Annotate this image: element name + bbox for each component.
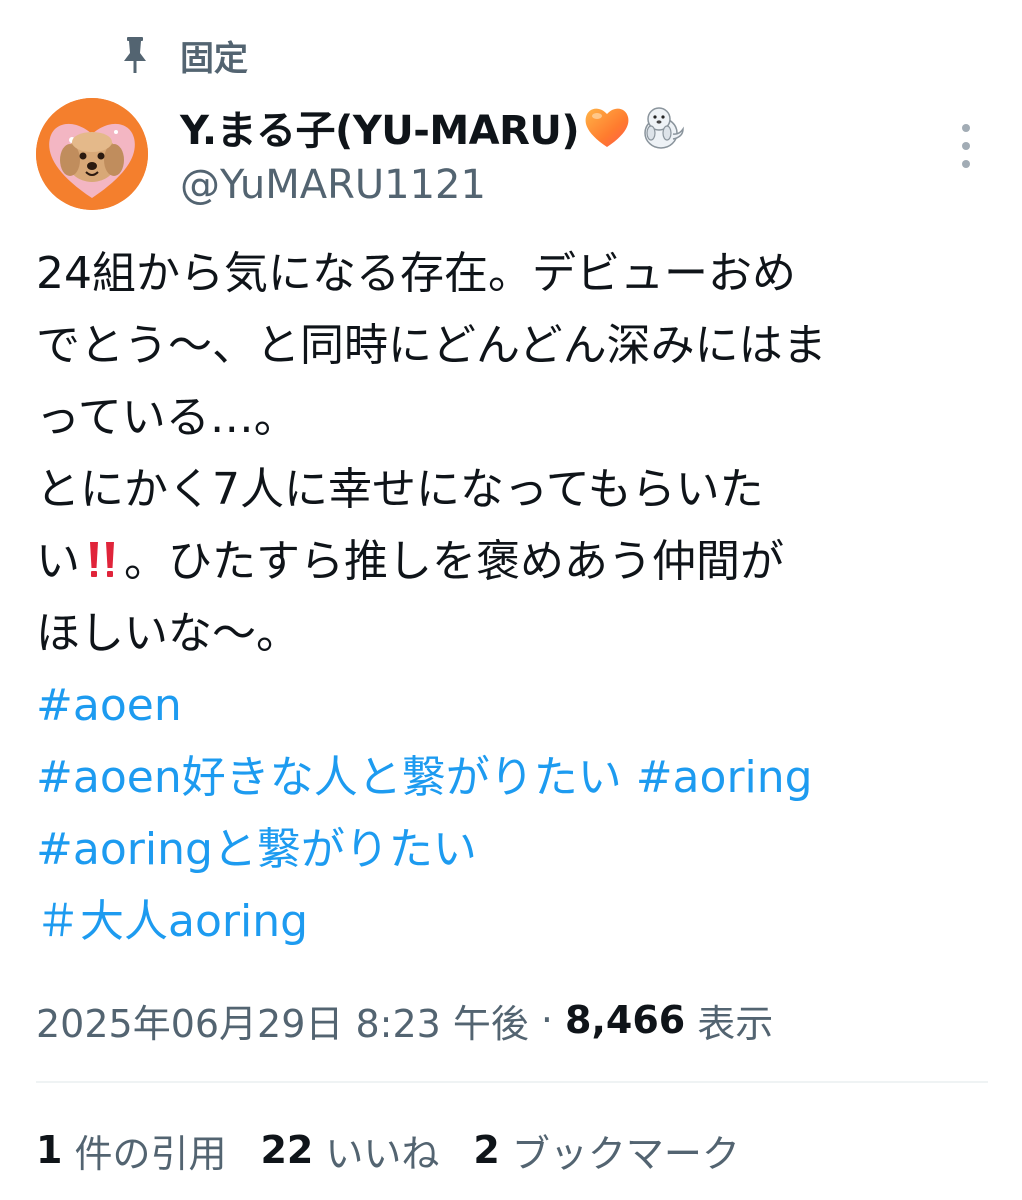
pinned-label: 固定 — [180, 38, 248, 79]
pin-icon — [118, 35, 152, 75]
tweet-line: とにかく7人に幸せになってもらいた — [36, 464, 764, 515]
hashtag-link[interactable]: #aoringと繋がりたい — [36, 814, 996, 886]
more-vertical-icon — [962, 124, 970, 132]
pinned-indicator: 固定 — [118, 30, 248, 80]
view-count-label: 表示 — [697, 1001, 774, 1046]
bookmarks-label: ブックマーク — [511, 1131, 740, 1176]
avatar[interactable] — [36, 98, 148, 210]
dog-avatar-icon — [36, 98, 148, 210]
hashtag-link[interactable]: #aoen — [36, 670, 996, 742]
author-display-name[interactable]: Y.まる子(YU-MARU) — [180, 98, 580, 156]
tweet-line: ほしいな～。 — [36, 608, 300, 659]
tweet-line-suffix: 。ひたすら推しを褒めあう仲間が — [124, 536, 784, 587]
likes-count: 22 — [260, 1128, 314, 1172]
tweet-line: っている…。 — [36, 392, 298, 443]
divider — [36, 1081, 988, 1083]
more-vertical-icon — [962, 142, 970, 150]
double-exclamation-icon — [80, 532, 124, 577]
orange-heart-emoji-icon — [581, 101, 633, 153]
bookmarks-count: 2 — [473, 1128, 500, 1172]
quotes-count: 1 — [36, 1128, 63, 1172]
timestamp-link[interactable]: 2025年06月29日 8:23 午後 — [36, 993, 529, 1048]
tweet-header: Y.まる子(YU-MARU) @YuMARU1121 — [180, 100, 960, 208]
likes-stat[interactable]: 22 いいね — [260, 1123, 439, 1178]
tweet-meta: 2025年06月29日 8:23 午後 · 8,466 表示 — [36, 988, 773, 1052]
tweet-line-prefix: い — [36, 536, 80, 587]
tweet-line: 24組から気になる存在。デビューおめ — [36, 248, 796, 299]
engagement-stats: 1 件の引用 22 いいね 2 ブックマーク — [36, 1120, 774, 1180]
more-options-button[interactable] — [948, 124, 984, 168]
seal-emoji-icon — [635, 101, 687, 153]
hashtag-link[interactable]: ＃大人aoring — [36, 886, 996, 958]
quotes-label: 件の引用 — [74, 1131, 227, 1176]
author-name-row[interactable]: Y.まる子(YU-MARU) — [180, 100, 960, 154]
tweet-text: 24組から気になる存在。デビューおめ でとう～、と同時にどんどん深みにはま って… — [36, 238, 996, 958]
hashtag-link[interactable]: #aoen好きな人と繋がりたい #aoring — [36, 742, 996, 814]
tweet-line: い 。ひたすら推しを褒めあう仲間が — [36, 526, 996, 598]
more-vertical-icon — [962, 160, 970, 168]
bookmarks-stat[interactable]: 2 ブックマーク — [473, 1123, 739, 1178]
tweet-line: でとう～、と同時にどんどん深みにはま — [36, 320, 827, 371]
view-count: 8,466 — [565, 998, 686, 1042]
quotes-stat[interactable]: 1 件の引用 — [36, 1123, 226, 1178]
author-handle[interactable]: @YuMARU1121 — [180, 162, 960, 208]
likes-label: いいね — [325, 1131, 440, 1176]
meta-separator: · — [540, 998, 553, 1042]
